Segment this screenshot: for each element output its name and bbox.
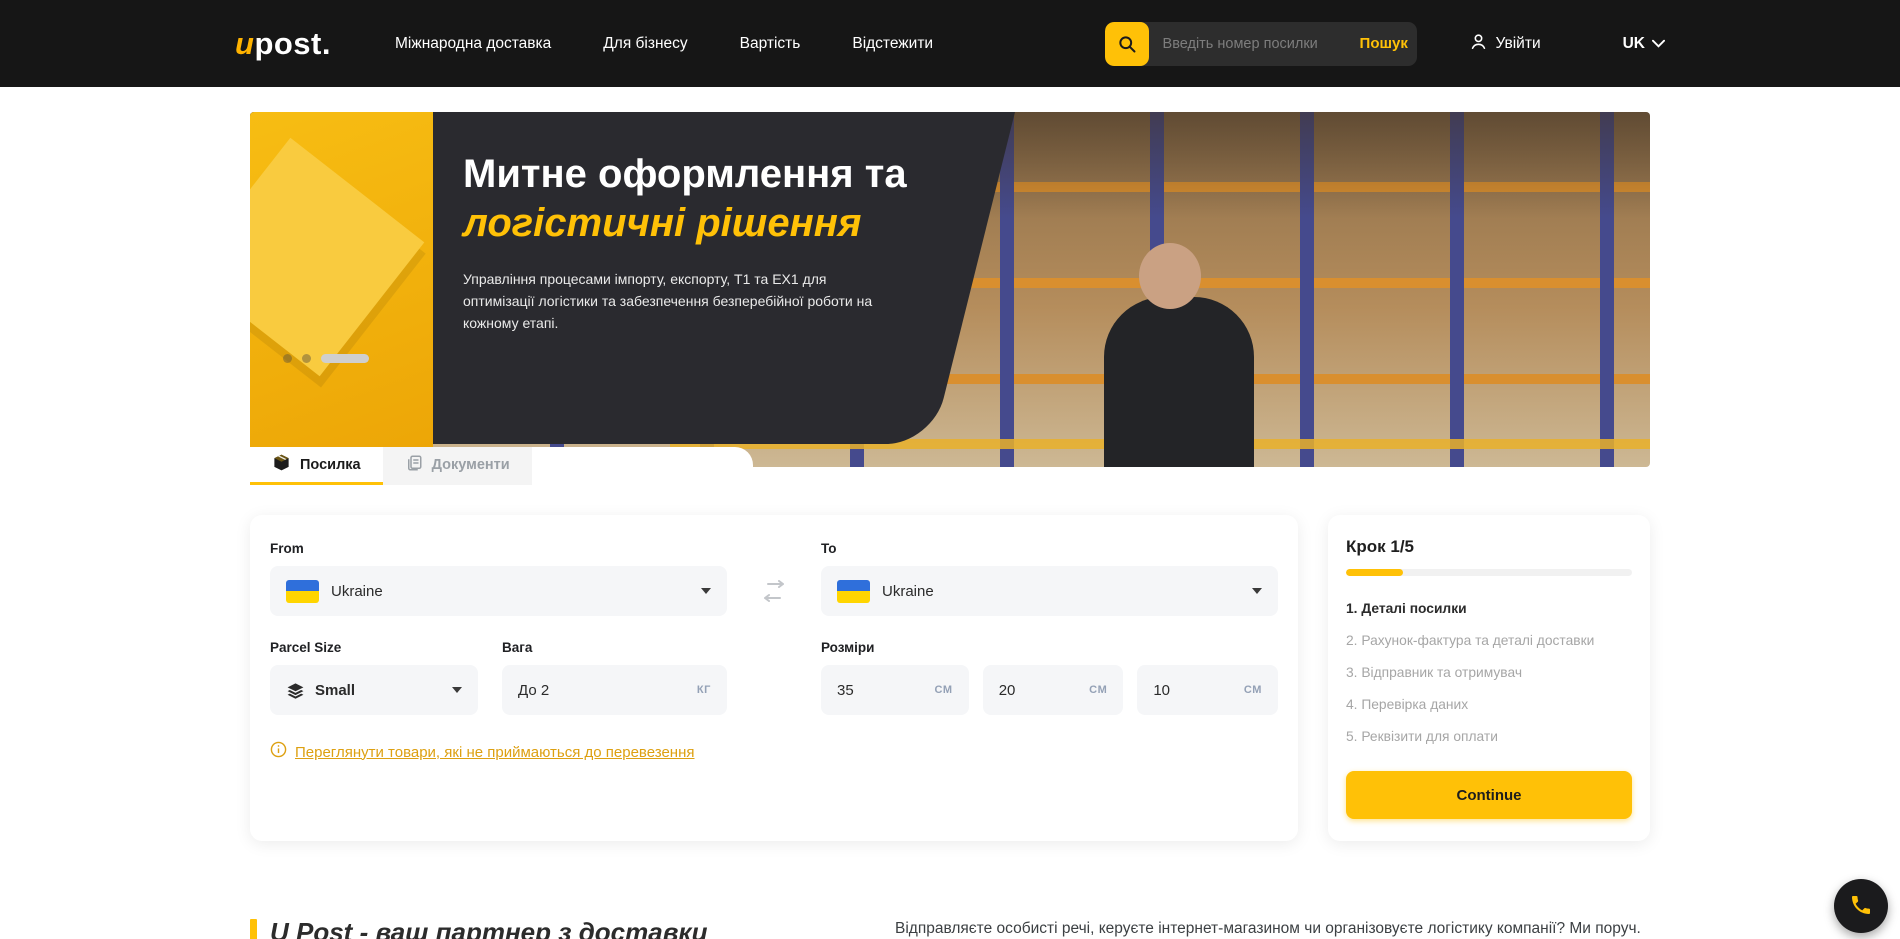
steps-list: 1. Деталі посилки 2. Рахунок-фактура та … [1346, 600, 1632, 745]
hero-title-line2: логістичні рішення [463, 199, 1023, 248]
section-heading-wrap: U Post - ваш партнер з доставки [250, 917, 707, 939]
dimension-height-field: см [1137, 665, 1278, 715]
tab-parcel[interactable]: Посилка [250, 447, 383, 485]
dimension-unit: см [1089, 684, 1107, 696]
phone-chat-button[interactable] [1834, 879, 1888, 933]
step-item-5: 5. Реквізити для оплати [1346, 728, 1632, 745]
continue-button[interactable]: Continue [1346, 771, 1632, 819]
dimension-width-input[interactable] [999, 682, 1081, 699]
to-value: Ukraine [882, 583, 934, 600]
weight-label: Вага [502, 640, 727, 655]
nav-link-track[interactable]: Відстежити [852, 35, 933, 53]
info-icon [270, 741, 287, 763]
swap-directions-icon[interactable] [727, 566, 821, 616]
brand-logo-accent: u [235, 26, 254, 61]
dimensions-label: Розміри [821, 640, 969, 655]
search-icon[interactable] [1105, 22, 1149, 66]
dimension-height-input[interactable] [1153, 682, 1235, 699]
hero-yellow-block [250, 112, 433, 467]
from-label: From [270, 541, 727, 556]
hero-title-line1: Митне оформлення та [463, 150, 1023, 199]
chevron-down-icon [1652, 35, 1665, 53]
to-select[interactable]: Ukraine [821, 566, 1278, 616]
dimension-width-field: см [983, 665, 1124, 715]
step-item-2: 2. Рахунок-фактура та деталі доставки [1346, 632, 1632, 649]
carousel-dot-active[interactable] [321, 354, 369, 363]
weight-unit: кг [697, 684, 711, 696]
parcel-box-icon [272, 453, 291, 476]
caret-down-icon [701, 588, 711, 594]
nav-link-pricing[interactable]: Вартість [740, 35, 801, 53]
from-value: Ukraine [331, 583, 383, 600]
caret-down-icon [452, 687, 462, 693]
dimension-unit: см [935, 684, 953, 696]
dimension-length-field: см [821, 665, 969, 715]
login-button[interactable]: Увійти [1469, 32, 1541, 56]
steps-card: Крок 1/5 1. Деталі посилки 2. Рахунок-фа… [1328, 515, 1650, 841]
steps-title: Крок 1/5 [1346, 537, 1632, 557]
parcel-size-select[interactable]: Small [270, 665, 478, 715]
step-item-4: 4. Перевірка даних [1346, 696, 1632, 713]
search-input[interactable] [1149, 36, 1360, 52]
user-icon [1469, 32, 1488, 56]
restricted-items-link[interactable]: Переглянути товари, які не приймаються д… [295, 744, 695, 761]
weight-input[interactable] [518, 682, 689, 699]
ukraine-flag-icon [286, 580, 319, 603]
dimension-length-input[interactable] [837, 682, 927, 699]
hero-carousel-dots [283, 354, 369, 363]
tracking-search: Пошук [1105, 22, 1417, 66]
tab-parcel-label: Посилка [300, 457, 361, 473]
section-heading: U Post - ваш партнер з доставки [270, 917, 707, 939]
from-select[interactable]: Ukraine [270, 566, 727, 616]
main-nav: Міжнародна доставка Для бізнесу Вартість… [395, 35, 933, 53]
language-value: UK [1623, 35, 1645, 53]
parcel-size-label: Parcel Size [270, 640, 478, 655]
documents-icon [405, 454, 423, 476]
brand-logo-text: post. [254, 26, 331, 61]
nav-link-business[interactable]: Для бізнесу [603, 35, 687, 53]
calculator-card: From Ukraine To Ukraine [250, 515, 1298, 841]
nav-link-international[interactable]: Міжнародна доставка [395, 35, 551, 53]
progress-bar [1346, 569, 1632, 576]
ukraine-flag-icon [837, 580, 870, 603]
heading-accent-bar [250, 919, 257, 939]
brand-logo[interactable]: upost. [235, 26, 331, 62]
hero-banner: Митне оформлення та логістичні рішення У… [250, 112, 1650, 467]
carousel-dot[interactable] [283, 354, 292, 363]
top-navbar: upost. Міжнародна доставка Для бізнесу В… [0, 0, 1900, 87]
caret-down-icon [1252, 588, 1262, 594]
progress-fill [1346, 569, 1403, 576]
search-button[interactable]: Пошук [1360, 35, 1417, 52]
hero-description: Управління процесами імпорту, експорту, … [463, 268, 893, 334]
tab-documents[interactable]: Документи [383, 447, 532, 485]
carousel-dot[interactable] [302, 354, 311, 363]
step-item-1: 1. Деталі посилки [1346, 600, 1632, 617]
language-selector[interactable]: UK [1623, 35, 1665, 53]
parcel-size-value: Small [315, 682, 355, 699]
login-label: Увійти [1496, 35, 1541, 53]
phone-icon [1849, 893, 1873, 920]
step-item-3: 3. Відправник та отримувач [1346, 664, 1632, 681]
section-description: Відправляєте особисті речі, керуєте інте… [895, 917, 1650, 939]
weight-field: кг [502, 665, 727, 715]
layers-icon [286, 681, 305, 700]
to-label: To [821, 541, 1278, 556]
tab-documents-label: Документи [432, 457, 510, 473]
shipment-type-tabs: Посилка Документи [250, 447, 532, 485]
dimension-unit: см [1244, 684, 1262, 696]
